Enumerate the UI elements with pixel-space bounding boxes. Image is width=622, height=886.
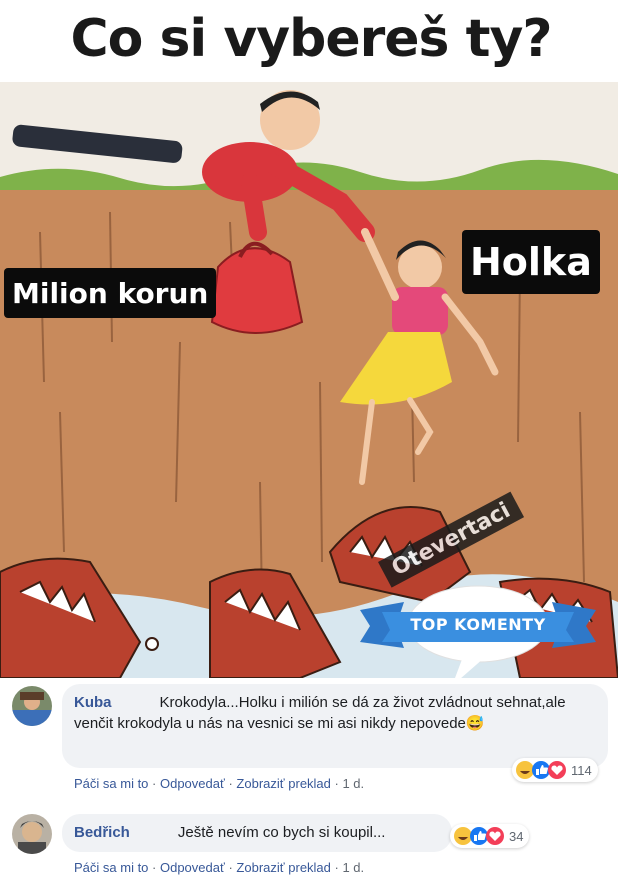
avatar[interactable] <box>12 686 52 726</box>
reaction-icons <box>454 827 504 845</box>
reaction-icons <box>516 761 566 779</box>
comment-text: Ještě nevím co bych si koupil... <box>177 824 386 841</box>
reaction-summary[interactable]: 114 <box>512 758 598 782</box>
comment-bubble: Bedřich Ještě nevím co bych si koupil... <box>62 814 452 852</box>
comment-actions: Páči sa mi to · Odpovedať · Zobraziť pre… <box>74 776 364 791</box>
meme-image: Milion korun Holka Otevertaci TOP KOMENT… <box>0 82 618 678</box>
separator-dot: · <box>330 776 343 791</box>
top-comments-label: TOP KOMENTY <box>410 615 546 634</box>
reaction-summary[interactable]: 34 <box>450 824 530 848</box>
reaction-count: 34 <box>509 828 524 844</box>
comment-author[interactable]: Kuba <box>74 694 112 711</box>
reaction-count: 114 <box>571 762 592 778</box>
reply-link[interactable]: Odpovedať <box>160 860 225 875</box>
comment-text: Krokodyla...Holku i milión se dá za živo… <box>74 694 566 732</box>
separator-dot: · <box>148 860 160 875</box>
label-money: Milion korun <box>4 268 217 318</box>
like-link[interactable]: Páči sa mi to <box>74 860 148 875</box>
avatar[interactable] <box>12 814 52 854</box>
comment-time[interactable]: 1 d. <box>342 776 364 791</box>
comment-author[interactable]: Bedřich <box>74 824 130 841</box>
translate-link[interactable]: Zobraziť preklad <box>236 860 330 875</box>
like-link[interactable]: Páči sa mi to <box>74 776 148 791</box>
post-title: Co si vybereš ty? <box>70 9 552 69</box>
separator-dot: · <box>330 860 343 875</box>
grin-sweat-emoji: 😅 <box>465 715 485 732</box>
top-comments-badge: TOP KOMENTY <box>360 582 596 678</box>
label-girl: Holka <box>462 230 600 294</box>
comment-bubble: Kuba Krokodyla...Holku i milión se dá za … <box>62 684 608 768</box>
comment-time[interactable]: 1 d. <box>342 860 364 875</box>
reply-link[interactable]: Odpovedať <box>160 776 225 791</box>
separator-dot: · <box>224 776 237 791</box>
separator-dot: · <box>148 776 160 791</box>
comment-actions: Páči sa mi to · Odpovedať · Zobraziť pre… <box>74 860 364 875</box>
translate-link[interactable]: Zobraziť preklad <box>236 776 330 791</box>
separator-dot: · <box>224 860 237 875</box>
